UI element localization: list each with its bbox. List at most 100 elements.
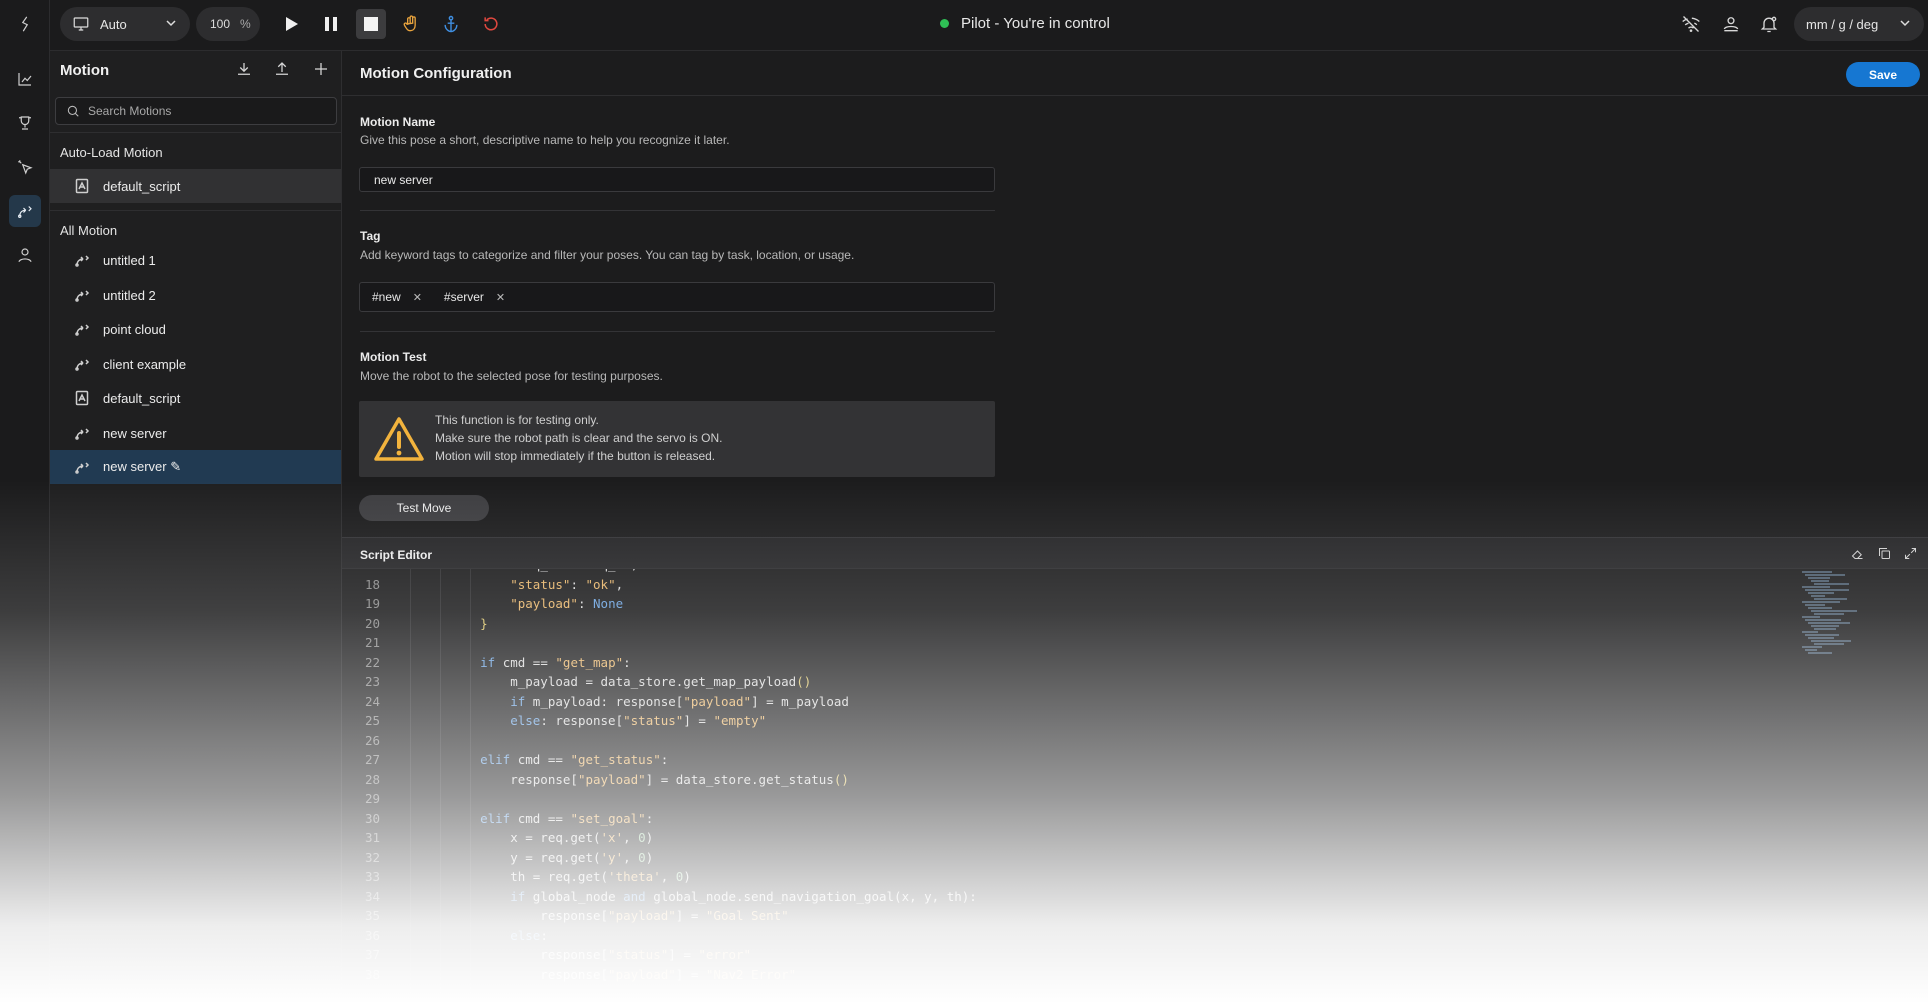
- line-number: 33: [364, 869, 380, 884]
- cursor-click-icon[interactable]: [9, 151, 41, 183]
- motion-name-input[interactable]: [359, 167, 995, 192]
- user-icon[interactable]: [9, 239, 41, 271]
- minimap-line: [1808, 607, 1832, 609]
- minimap-line: [1814, 598, 1847, 600]
- tag-label: #new: [372, 290, 401, 304]
- line-number: 34: [364, 888, 380, 904]
- tag-chip[interactable]: #server ✕: [444, 290, 505, 304]
- motion-icon[interactable]: [9, 195, 41, 227]
- export-button[interactable]: [273, 60, 291, 83]
- hand-icon: [403, 15, 416, 32]
- warning-text: Make sure the robot path is clear and th…: [435, 431, 723, 445]
- plus-icon: [315, 63, 327, 75]
- motion-item-new-server-editing[interactable]: new server ✎: [50, 450, 341, 484]
- motion-path-icon: [74, 356, 90, 372]
- code-text: else: response["status"] = "empty": [510, 713, 767, 728]
- motion-item-untitled-1[interactable]: untitled 1: [50, 243, 341, 277]
- line-number: 31: [364, 830, 380, 845]
- list-item-label: default_script: [103, 390, 181, 406]
- play-button[interactable]: [276, 9, 306, 39]
- page-title: Motion Configuration: [360, 65, 512, 82]
- save-button[interactable]: Save: [1846, 62, 1920, 87]
- speed-input[interactable]: 100 %: [196, 7, 260, 41]
- tag-chip[interactable]: #new ✕: [372, 290, 422, 304]
- tag-input[interactable]: #new ✕ #server ✕: [359, 282, 995, 312]
- motion-item-point-cloud[interactable]: point cloud: [50, 312, 341, 346]
- units-select[interactable]: mm / g / deg: [1794, 7, 1924, 41]
- speed-value: 100: [210, 17, 231, 31]
- search-input[interactable]: [88, 104, 328, 118]
- minimap-line: [1814, 628, 1836, 630]
- divider: [360, 210, 995, 211]
- import-button[interactable]: [235, 60, 253, 83]
- chevron-down-icon: [166, 20, 176, 27]
- close-icon[interactable]: ✕: [496, 291, 505, 304]
- line-number: 28: [364, 771, 380, 787]
- code-text: response["payload"] = "Nav2 Error": [450, 966, 797, 982]
- motion-item-untitled-2[interactable]: untitled 2: [50, 278, 341, 312]
- minimap-line: [1805, 574, 1845, 576]
- units-label: mm / g / deg: [1806, 16, 1879, 32]
- speed-unit: %: [240, 17, 251, 31]
- line-number: 37: [364, 947, 380, 962]
- code-minimap[interactable]: [1802, 571, 1902, 661]
- motion-test-desc: Move the robot to the selected pose for …: [360, 369, 663, 383]
- pause-button[interactable]: [316, 9, 346, 39]
- auto-load-item[interactable]: default_script: [50, 169, 341, 203]
- warning-text: This function is for testing only.: [435, 413, 599, 427]
- reset-icon: [484, 17, 498, 31]
- wifi-off-button[interactable]: [1676, 9, 1706, 39]
- anchor-button[interactable]: [436, 9, 466, 39]
- search-box[interactable]: [55, 97, 337, 125]
- minimap-line: [1814, 613, 1844, 615]
- search-icon: [67, 105, 79, 117]
- expand-icon: [1904, 547, 1916, 559]
- line-number: 32: [364, 849, 380, 865]
- mode-select[interactable]: Auto: [60, 7, 190, 41]
- line-number: 38: [364, 966, 380, 982]
- panel-title: Motion: [60, 62, 110, 79]
- motion-item-client-example[interactable]: client example: [50, 347, 341, 381]
- script-editor-title: Script Editor: [360, 548, 433, 562]
- motion-name-desc: Give this pose a short, descriptive name…: [360, 133, 730, 147]
- test-move-button[interactable]: Test Move: [359, 495, 489, 521]
- copy-icon: [1878, 547, 1890, 559]
- eraser-icon: [1851, 549, 1862, 559]
- all-motion-label: All Motion: [60, 223, 118, 238]
- code-editor[interactable]: 17 "req_id": req_id, 18 "status": "ok", 19…: [342, 569, 1928, 1004]
- reset-button[interactable]: [476, 9, 506, 39]
- notification-button[interactable]: [1754, 9, 1784, 39]
- chart-icon[interactable]: [9, 63, 41, 95]
- code-text: x = req.get('x', 0): [450, 830, 654, 845]
- divider: [50, 132, 342, 133]
- minimap-line: [1811, 595, 1825, 597]
- code-text: y = req.get('y', 0): [450, 849, 654, 865]
- minimap-line: [1805, 589, 1849, 591]
- list-item-label: point cloud: [103, 321, 166, 337]
- minimap-line: [1802, 601, 1840, 603]
- stop-button[interactable]: [356, 9, 386, 39]
- divider: [360, 331, 995, 332]
- close-icon[interactable]: ✕: [413, 291, 422, 304]
- hand-guide-button[interactable]: [396, 9, 426, 39]
- trophy-icon[interactable]: [9, 107, 41, 139]
- minimap-line: [1808, 577, 1830, 579]
- line-number: 26: [364, 732, 380, 748]
- operator-button[interactable]: [1716, 9, 1746, 39]
- add-motion-button[interactable]: [312, 60, 330, 83]
- minimap-line: [1808, 637, 1834, 639]
- logo-icon[interactable]: [9, 8, 41, 40]
- script-file-icon: [74, 178, 90, 194]
- minimap-line: [1814, 583, 1849, 585]
- motion-item-default-script[interactable]: default_script: [50, 381, 341, 415]
- monitor-icon: [72, 15, 90, 33]
- bell-icon: [1760, 16, 1778, 33]
- minimap-line: [1805, 619, 1841, 621]
- motion-name-title: Motion Name: [360, 115, 436, 129]
- motion-path-icon: [74, 252, 90, 268]
- code-text: if m_payload: response["payload"] = m_pa…: [510, 693, 849, 709]
- motion-item-new-server[interactable]: new server: [50, 416, 341, 450]
- clear-button[interactable]: [1842, 538, 1872, 568]
- code-text: elif cmd == "get_status":: [480, 752, 669, 767]
- expand-button[interactable]: [1895, 538, 1925, 568]
